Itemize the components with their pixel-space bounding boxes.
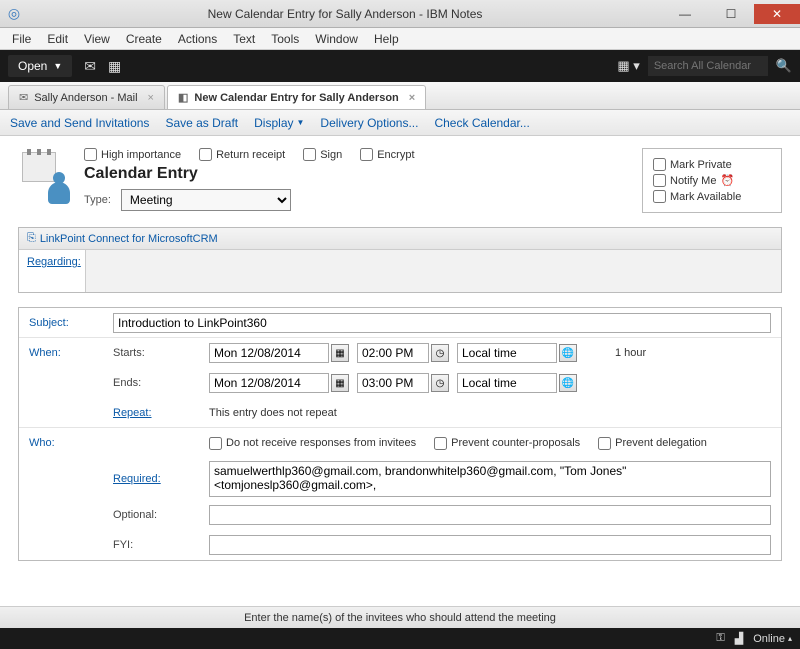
starts-label: Starts: [113, 347, 209, 359]
prevent-delegation-checkbox[interactable]: Prevent delegation [598, 437, 707, 450]
regarding-label[interactable]: Regarding: [19, 250, 85, 292]
tab-calendar-entry[interactable]: ◧ New Calendar Entry for Sally Anderson … [167, 85, 426, 109]
prevent-counter-checkbox[interactable]: Prevent counter-proposals [434, 437, 580, 450]
mark-private-checkbox[interactable]: Mark Private [653, 158, 771, 171]
tabbar: ✉ Sally Anderson - Mail × ◧ New Calendar… [0, 82, 800, 110]
repeat-text: This entry does not repeat [209, 407, 337, 419]
calendar-entry-icon [18, 148, 74, 204]
bottombar: ⚿ ▟ Online ▴ [0, 628, 800, 649]
menubar: File Edit View Create Actions Text Tools… [0, 28, 800, 50]
repeat-link[interactable]: Repeat: [113, 407, 152, 419]
statusbar: Enter the name(s) of the invitees who sh… [0, 606, 800, 628]
mail-icon[interactable]: ✉ [84, 58, 96, 75]
regarding-field[interactable] [85, 250, 781, 292]
close-icon[interactable]: × [148, 92, 154, 104]
regarding-section-title: LinkPoint Connect for MicrosoftCRM [40, 233, 218, 245]
start-tz-input[interactable] [457, 343, 557, 363]
display-button[interactable]: Display ▼ [254, 116, 304, 130]
mail-tab-icon: ✉ [19, 91, 28, 104]
required-link[interactable]: Required: [113, 473, 161, 485]
privacy-box: Mark Private Notify Me ⏰ Mark Available [642, 148, 782, 213]
calendar-dropdown-icon[interactable]: ▦ ▾ [617, 58, 639, 74]
chevron-down-icon: ▼ [53, 61, 62, 71]
duration-text: 1 hour [615, 347, 646, 359]
regarding-panel: ⎘ LinkPoint Connect for MicrosoftCRM Reg… [18, 227, 782, 293]
optional-label: Optional: [113, 509, 209, 521]
form-panel: Subject: When: Starts: ▦ ◷ 🌐 1 hour Ends… [18, 307, 782, 561]
menu-create[interactable]: Create [118, 30, 170, 48]
sign-checkbox[interactable]: Sign [303, 148, 342, 161]
who-label: Who: [29, 437, 113, 449]
app-icon: ◎ [0, 5, 28, 22]
calendar-grid-icon[interactable]: ▦ [108, 58, 121, 75]
menu-actions[interactable]: Actions [170, 30, 225, 48]
link-icon: ⎘ [27, 232, 36, 245]
close-button[interactable]: ✕ [754, 4, 800, 24]
mark-available-checkbox[interactable]: Mark Available [653, 190, 771, 203]
tab-mail[interactable]: ✉ Sally Anderson - Mail × [8, 85, 165, 109]
start-date-input[interactable] [209, 343, 329, 363]
delivery-options-button[interactable]: Delivery Options... [320, 116, 418, 130]
end-tz-input[interactable] [457, 373, 557, 393]
search-input[interactable] [648, 56, 768, 76]
network-icon[interactable]: ▟ [735, 632, 743, 645]
close-icon[interactable]: × [409, 92, 415, 104]
check-calendar-button[interactable]: Check Calendar... [434, 116, 529, 130]
save-draft-button[interactable]: Save as Draft [165, 116, 238, 130]
start-time-input[interactable] [357, 343, 429, 363]
menu-help[interactable]: Help [366, 30, 407, 48]
status-hint: Enter the name(s) of the invitees who sh… [244, 612, 556, 624]
window-title: New Calendar Entry for Sally Anderson - … [28, 7, 662, 21]
clock-icon: ⏰ [720, 174, 734, 187]
actionbar: Save and Send Invitations Save as Draft … [0, 110, 800, 136]
return-receipt-checkbox[interactable]: Return receipt [199, 148, 285, 161]
content: High importance Return receipt Sign Encr… [0, 136, 800, 606]
time-picker-icon[interactable]: ◷ [431, 374, 449, 392]
fyi-label: FYI: [113, 539, 209, 551]
key-icon[interactable]: ⚿ [716, 632, 724, 645]
tab-label: New Calendar Entry for Sally Anderson [194, 92, 398, 104]
maximize-button[interactable]: ☐ [708, 4, 754, 24]
tz-picker-icon[interactable]: 🌐 [559, 374, 577, 392]
end-date-input[interactable] [209, 373, 329, 393]
tz-picker-icon[interactable]: 🌐 [559, 344, 577, 362]
menu-view[interactable]: View [76, 30, 118, 48]
menu-edit[interactable]: Edit [39, 30, 76, 48]
optional-input[interactable] [209, 505, 771, 525]
date-picker-icon[interactable]: ▦ [331, 374, 349, 392]
menu-file[interactable]: File [4, 30, 39, 48]
required-input[interactable] [209, 461, 771, 497]
type-select[interactable]: Meeting [121, 189, 291, 211]
no-responses-checkbox[interactable]: Do not receive responses from invitees [209, 437, 416, 450]
notify-me-checkbox[interactable]: Notify Me ⏰ [653, 174, 771, 187]
open-label: Open [18, 59, 47, 73]
toolbar: Open ▼ ✉ ▦ ▦ ▾ 🔍 [0, 50, 800, 82]
titlebar: ◎ New Calendar Entry for Sally Anderson … [0, 0, 800, 28]
menu-text[interactable]: Text [225, 30, 263, 48]
subject-label: Subject: [29, 317, 113, 329]
when-label: When: [29, 347, 113, 359]
subject-input[interactable] [113, 313, 771, 333]
end-time-input[interactable] [357, 373, 429, 393]
open-button[interactable]: Open ▼ [8, 55, 72, 77]
entry-title: Calendar Entry [84, 165, 642, 183]
chevron-up-icon[interactable]: ▴ [788, 634, 792, 643]
ends-label: Ends: [113, 377, 209, 389]
save-send-button[interactable]: Save and Send Invitations [10, 116, 149, 130]
tab-label: Sally Anderson - Mail [34, 92, 137, 104]
calendar-tab-icon: ◧ [178, 91, 188, 104]
time-picker-icon[interactable]: ◷ [431, 344, 449, 362]
menu-window[interactable]: Window [307, 30, 366, 48]
fyi-input[interactable] [209, 535, 771, 555]
high-importance-checkbox[interactable]: High importance [84, 148, 181, 161]
type-label: Type: [84, 194, 111, 206]
menu-tools[interactable]: Tools [263, 30, 307, 48]
search-icon[interactable]: 🔍 [776, 58, 792, 74]
minimize-button[interactable]: — [662, 4, 708, 24]
encrypt-checkbox[interactable]: Encrypt [360, 148, 414, 161]
date-picker-icon[interactable]: ▦ [331, 344, 349, 362]
display-label: Display [254, 116, 293, 130]
chevron-down-icon: ▼ [297, 118, 305, 127]
